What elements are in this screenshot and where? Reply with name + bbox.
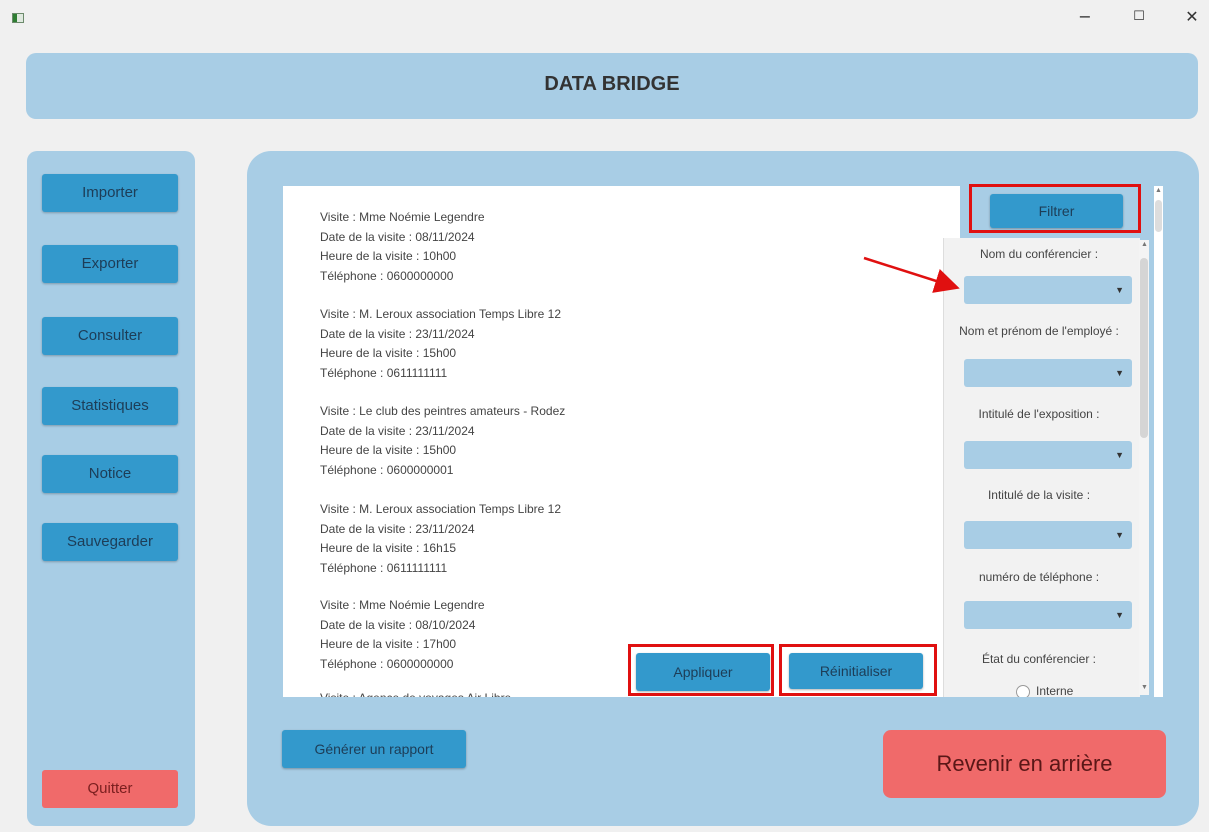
visit-date: Date de la visite : 08/11/2024: [320, 229, 475, 244]
visit-phone: Téléphone : 0600000000: [320, 268, 454, 283]
app-title: DATA BRIDGE: [544, 73, 680, 95]
filter-panel: Nom du conférencier : ▼ Nom et prénom de…: [943, 238, 1140, 697]
visit-time: Heure de la visite : 16h15: [320, 541, 457, 555]
results-list[interactable]: Visite : Mme Noémie Legendre Date de la …: [283, 186, 960, 697]
filter-label: Nom du conférencier :: [979, 247, 1099, 261]
filter-label: Intitulé de l'exposition :: [978, 407, 1100, 421]
highlight-box: [969, 184, 1141, 233]
visit-time: Heure de la visite : 15h00: [320, 443, 457, 457]
highlight-box: [779, 644, 937, 696]
quit-button[interactable]: Quitter: [42, 770, 178, 808]
chevron-down-icon: ▼: [1115, 530, 1124, 540]
maximize-button[interactable]: ☐: [1124, 4, 1154, 30]
filter-label: numéro de téléphone :: [978, 570, 1100, 584]
filter-scrollbar[interactable]: ▲ ▼: [1139, 240, 1149, 695]
filter-label: État du conférencier :: [981, 652, 1097, 666]
radio-interne-label: Interne: [1036, 684, 1074, 697]
radio-interne[interactable]: Interne: [1016, 684, 1073, 697]
app-header: DATA BRIDGE: [26, 53, 1198, 119]
visit-date: Date de la visite : 08/10/2024: [320, 617, 476, 632]
visit-time: Heure de la visite : 15h00: [320, 346, 457, 360]
visit-entry: Visite : M. Leroux association Temps Lib…: [320, 500, 561, 578]
visit-phone: Téléphone : 0611111111: [320, 560, 448, 575]
main-panel: Visite : Mme Noémie Legendre Date de la …: [247, 151, 1199, 826]
visit-date: Date de la visite : 23/11/2024: [320, 326, 475, 341]
visit-name: Visite : Mme Noémie Legendre: [320, 210, 485, 224]
chevron-up-icon: ▲: [1141, 241, 1148, 248]
filter-label: Nom et prénom de l'employé :: [959, 324, 1119, 338]
consult-button[interactable]: Consulter: [42, 317, 178, 355]
back-button[interactable]: Revenir en arrière: [883, 730, 1166, 798]
visite-select[interactable]: ▼: [964, 521, 1132, 549]
window-titlebar: − ☐ ✕: [0, 0, 1209, 34]
radio-circle-icon: [1016, 684, 1030, 697]
statistics-button[interactable]: Statistiques: [42, 387, 178, 425]
results-scrollbar[interactable]: ▲: [1154, 186, 1163, 697]
chevron-down-icon: ▼: [1115, 368, 1124, 378]
chevron-down-icon: ▼: [1141, 684, 1148, 691]
notice-button[interactable]: Notice: [42, 455, 178, 493]
conferencier-select[interactable]: ▼: [964, 276, 1132, 304]
filter-label: Intitulé de la visite :: [987, 488, 1091, 502]
chevron-down-icon: ▼: [1115, 610, 1124, 620]
export-button[interactable]: Exporter: [42, 245, 178, 283]
visit-name: Visite : M. Leroux association Temps Lib…: [320, 502, 562, 516]
employe-select[interactable]: ▼: [964, 359, 1132, 387]
visit-name: Visite : Mme Noémie Legendre: [320, 598, 485, 612]
generate-report-button[interactable]: Générer un rapport: [282, 730, 466, 768]
visit-name: Visite : Le club des peintres amateurs -…: [320, 404, 566, 418]
telephone-select[interactable]: ▼: [964, 601, 1132, 629]
visit-entry: Visite : Le club des peintres amateurs -…: [320, 402, 565, 480]
close-window-button[interactable]: ✕: [1177, 4, 1207, 30]
scroll-thumb[interactable]: [1140, 258, 1148, 438]
scroll-thumb[interactable]: [1155, 200, 1162, 232]
chevron-down-icon: ▼: [1115, 450, 1124, 460]
visit-phone: Téléphone : 0611111111: [320, 365, 448, 380]
visit-time: Heure de la visite : 10h00: [320, 249, 457, 263]
visit-name: Visite : Agence de voyages Air Libre: [320, 689, 511, 697]
import-button[interactable]: Importer: [42, 174, 178, 212]
exposition-select[interactable]: ▼: [964, 441, 1132, 469]
app-icon: [12, 13, 24, 23]
visit-entry: Visite : Mme Noémie Legendre Date de la …: [320, 208, 485, 286]
save-button[interactable]: Sauvegarder: [42, 523, 178, 561]
chevron-down-icon: ▼: [1115, 285, 1124, 295]
highlight-box: [628, 644, 774, 696]
visit-phone: Téléphone : 0600000000: [320, 656, 454, 671]
visit-date: Date de la visite : 23/11/2024: [320, 423, 475, 438]
visit-entry: Visite : M. Leroux association Temps Lib…: [320, 305, 561, 383]
visit-entry: Visite : Mme Noémie Legendre Date de la …: [320, 596, 485, 674]
chevron-up-icon: ▲: [1155, 187, 1162, 194]
visit-entry: Visite : Agence de voyages Air Libre: [320, 689, 511, 697]
sidebar: Importer Exporter Consulter Statistiques…: [27, 151, 195, 826]
minimize-button[interactable]: −: [1070, 4, 1100, 30]
visit-phone: Téléphone : 0600000001: [320, 462, 454, 477]
visit-time: Heure de la visite : 17h00: [320, 637, 457, 651]
visit-name: Visite : M. Leroux association Temps Lib…: [320, 307, 562, 321]
visit-date: Date de la visite : 23/11/2024: [320, 521, 475, 536]
